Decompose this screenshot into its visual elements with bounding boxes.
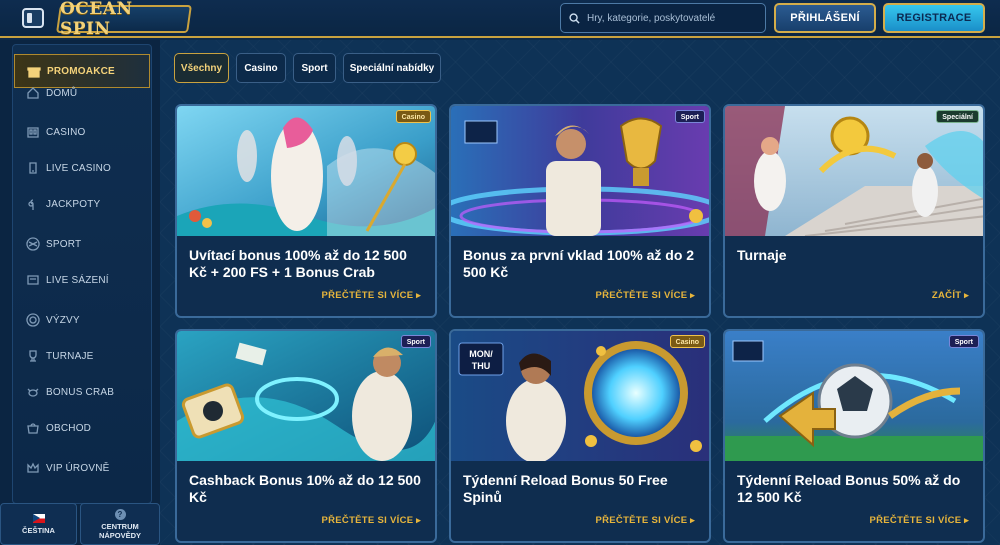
sidebar-item-label: VIP ÚROVNĚ xyxy=(46,462,110,474)
target-icon xyxy=(26,313,40,327)
category-badge: Sport xyxy=(674,110,705,123)
register-button[interactable]: REGISTRACE xyxy=(883,3,985,33)
clover-icon xyxy=(28,199,34,210)
help-label-line1: CENTRUM xyxy=(101,521,139,531)
sidebar-item-turnaje[interactable]: TURNAJE xyxy=(14,339,150,373)
promo-title: Turnaje xyxy=(737,247,787,263)
help-label-line2: NÁPOVĚDY xyxy=(98,530,142,540)
promo-card-image xyxy=(725,331,983,461)
sidebar-item-obchod[interactable]: OBCHOD xyxy=(14,411,150,445)
shop-icon xyxy=(27,423,39,434)
sidebar-item-live-s-zen-[interactable]: LIVE SÁZENÍ xyxy=(14,263,150,297)
sidebar-item-live-casino[interactable]: LIVE CASINO xyxy=(14,151,150,185)
sidebar-item-label: BONUS CRAB xyxy=(46,386,115,398)
live-casino-icon xyxy=(29,162,37,174)
sidebar-item-label: LIVE CASINO xyxy=(46,162,111,174)
promo-card-first-deposit-bonus[interactable]: Sport Bonus za první vklad 100% až do 2 … xyxy=(449,104,711,318)
filter-sport[interactable]: Sport xyxy=(293,53,336,83)
category-badge: Sport xyxy=(400,335,431,348)
sidebar-item-jackpoty[interactable]: JACKPOTY xyxy=(14,187,150,221)
crab-icon xyxy=(27,388,39,397)
language-selector[interactable]: ČEŠTINA xyxy=(0,503,77,545)
filter-special-offers[interactable]: Speciální nabídky xyxy=(343,53,441,83)
sidebar-toggle-icon[interactable] xyxy=(22,8,44,28)
read-more-link[interactable]: PŘEČTĚTE SI VÍCE xyxy=(595,290,695,301)
sidebar-item-label: PROMOAKCE xyxy=(47,65,115,77)
ball-icon xyxy=(26,237,40,251)
sidebar-item-label: JACKPOTY xyxy=(46,198,101,210)
sidebar-item-label: OBCHOD xyxy=(46,422,92,434)
promo-card-image xyxy=(725,106,983,236)
category-badge: Sport xyxy=(948,335,979,348)
sidebar-item-label: DOMŮ xyxy=(46,87,78,99)
help-icon: ? xyxy=(114,508,126,520)
mon-thu-label-2: THU xyxy=(472,361,491,371)
promo-title: Cashback Bonus 10% až do 12 500 Kč xyxy=(189,472,421,505)
promo-card-weekly-reload-spins[interactable]: MON/ THU Casino Týdenní Reload Bonus 50 … xyxy=(449,329,711,543)
trophy-icon xyxy=(29,350,37,362)
sidebar-item-vip-rovn-[interactable]: VIP ÚROVNĚ xyxy=(14,451,150,485)
sidebar-item-v-zvy[interactable]: VÝZVY xyxy=(14,303,150,337)
read-more-link[interactable]: PŘEČTĚTE SI VÍCE xyxy=(321,290,421,301)
top-header: OCEAN SPIN PŘIHLÁŠENÍ REGISTRACE xyxy=(0,0,1000,39)
sidebar-item-bonus-crab[interactable]: BONUS CRAB xyxy=(14,375,150,409)
promotions-main: Všechny Casino Sport Speciální nabídky C… xyxy=(160,40,1000,545)
search-icon xyxy=(569,12,580,24)
category-badge: Casino xyxy=(669,335,705,348)
filter-casino[interactable]: Casino xyxy=(236,53,286,83)
help-center-button[interactable]: ? CENTRUM NÁPOVĚDY xyxy=(80,503,160,545)
sidebar-item-label: SPORT xyxy=(46,238,82,250)
promo-title: Týdenní Reload Bonus 50% až do 12 500 Kč xyxy=(737,472,961,505)
czech-flag-icon xyxy=(32,513,45,523)
sidebar-item-casino[interactable]: CASINO xyxy=(14,115,150,149)
promo-card-weekly-reload-sport[interactable]: Sport Týdenní Reload Bonus 50% až do 12 … xyxy=(723,329,985,543)
promo-card-welcome-bonus[interactable]: Casino Uvítací bonus 100% až do 12 500 K… xyxy=(175,104,437,318)
logo[interactable]: OCEAN SPIN xyxy=(56,0,192,39)
category-badge: Speciální xyxy=(936,110,979,123)
category-badge: Casino xyxy=(395,110,431,123)
sidebar-item-label: LIVE SÁZENÍ xyxy=(46,274,109,286)
start-link[interactable]: ZAČÍT xyxy=(932,290,969,301)
slot-icon xyxy=(27,127,39,138)
promo-card-image: MON/ THU xyxy=(451,331,709,461)
logo-text: OCEAN SPIN xyxy=(60,0,133,39)
home-icon xyxy=(27,87,39,99)
promo-title: Bonus za první vklad 100% až do 2 500 Kč xyxy=(463,247,695,280)
live-betting-icon xyxy=(27,275,39,285)
crown-icon xyxy=(27,462,39,473)
sidebar-item-sport[interactable]: SPORT xyxy=(14,227,150,261)
sidebar-item-label: TURNAJE xyxy=(46,350,94,362)
read-more-link[interactable]: PŘEČTĚTE SI VÍCE xyxy=(869,515,969,526)
login-button[interactable]: PŘIHLÁŠENÍ xyxy=(774,3,876,33)
promo-card-image xyxy=(451,106,709,236)
language-label: ČEŠTINA xyxy=(22,525,55,535)
promo-card-tournaments[interactable]: Speciální Turnaje ZAČÍT xyxy=(723,104,985,318)
search-input[interactable] xyxy=(587,12,757,24)
read-more-link[interactable]: PŘEČTĚTE SI VÍCE xyxy=(321,515,421,526)
search-bar[interactable] xyxy=(560,3,766,33)
promo-card-image xyxy=(177,331,435,461)
sidebar-item-dom-[interactable]: DOMŮ xyxy=(14,76,150,110)
sidebar-item-label: CASINO xyxy=(46,126,86,138)
filter-all[interactable]: Všechny xyxy=(174,53,229,83)
read-more-link[interactable]: PŘEČTĚTE SI VÍCE xyxy=(595,515,695,526)
promo-title: Týdenní Reload Bonus 50 Free Spinů xyxy=(463,472,668,505)
promo-card-image xyxy=(177,106,435,236)
promo-title: Uvítací bonus 100% až do 12 500 Kč + 200… xyxy=(189,247,407,280)
sidebar-item-label: VÝZVY xyxy=(46,314,80,326)
promo-card-cashback-bonus[interactable]: Sport Cashback Bonus 10% až do 12 500 Kč… xyxy=(175,329,437,543)
mon-thu-label: MON/ xyxy=(469,349,493,359)
